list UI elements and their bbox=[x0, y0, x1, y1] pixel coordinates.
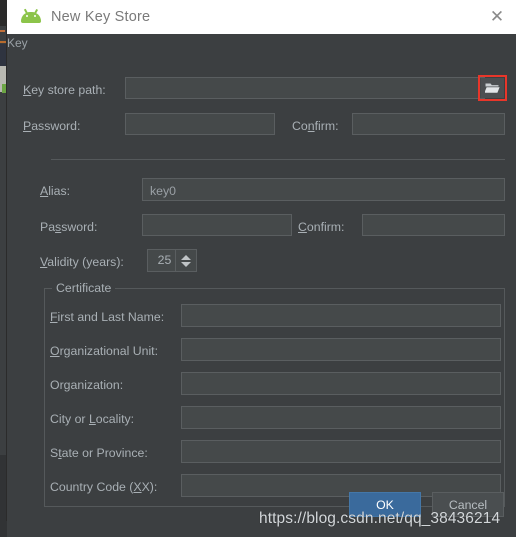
city-or-locality-label: City or Locality: bbox=[50, 412, 135, 426]
city-or-locality-input[interactable] bbox=[181, 406, 501, 429]
validity-value: 25 bbox=[157, 253, 172, 267]
key-group-separator bbox=[51, 159, 505, 160]
chevron-up-icon[interactable] bbox=[181, 254, 191, 260]
state-or-province-label: State or Province: bbox=[50, 446, 148, 460]
first-and-last-name-input[interactable] bbox=[181, 304, 501, 327]
key-password-label: Password: bbox=[40, 220, 98, 234]
browse-button-highlight-wrapper bbox=[478, 75, 507, 101]
key-confirm-label: Confirm: bbox=[298, 220, 345, 234]
first-and-last-name-label: First and Last Name: bbox=[50, 310, 165, 324]
validity-spinner-buttons[interactable] bbox=[175, 250, 196, 271]
organization-input[interactable] bbox=[181, 372, 501, 395]
validity-spinner[interactable]: 25 bbox=[147, 249, 197, 272]
organization-label: Organization: bbox=[50, 378, 124, 392]
store-password-label: Password: bbox=[23, 119, 81, 133]
dialog-title: New Key Store bbox=[51, 9, 151, 25]
key-confirm-input[interactable] bbox=[362, 214, 505, 236]
background-accent-line-top bbox=[0, 30, 5, 32]
validity-label: Validity (years): bbox=[40, 255, 124, 269]
background-accent-line bbox=[0, 41, 7, 43]
store-confirm-label: Confirm: bbox=[292, 119, 339, 133]
dialog-body: Key store path: Password: Confirm: Key A… bbox=[7, 34, 516, 520]
alias-input-value: key0 bbox=[150, 184, 176, 198]
watermark-text: https://blog.csdn.net/qq_38436214 bbox=[259, 510, 501, 527]
store-password-input[interactable] bbox=[125, 113, 275, 135]
new-key-store-dialog: New Key Store ✕ Key store path: Password… bbox=[7, 0, 516, 520]
state-or-province-input[interactable] bbox=[181, 440, 501, 463]
browse-folder-button[interactable] bbox=[481, 78, 504, 98]
close-icon[interactable]: ✕ bbox=[486, 7, 508, 27]
dialog-titlebar: New Key Store ✕ bbox=[7, 0, 516, 34]
organizational-unit-input[interactable] bbox=[181, 338, 501, 361]
key-password-input[interactable] bbox=[142, 214, 292, 236]
folder-open-icon bbox=[485, 83, 500, 93]
organizational-unit-label: Organizational Unit: bbox=[50, 344, 159, 358]
android-robot-icon bbox=[21, 8, 41, 24]
alias-label: Alias: bbox=[40, 184, 71, 198]
key-group-legend: Key bbox=[7, 36, 28, 50]
certificate-group-legend: Certificate bbox=[52, 281, 116, 295]
country-code-label: Country Code (XX): bbox=[50, 480, 158, 494]
store-confirm-input[interactable] bbox=[352, 113, 505, 135]
chevron-down-icon[interactable] bbox=[181, 261, 191, 267]
key-store-path-label: Key store path: bbox=[23, 83, 106, 97]
alias-input[interactable] bbox=[142, 178, 505, 201]
key-store-path-input[interactable] bbox=[125, 77, 485, 99]
